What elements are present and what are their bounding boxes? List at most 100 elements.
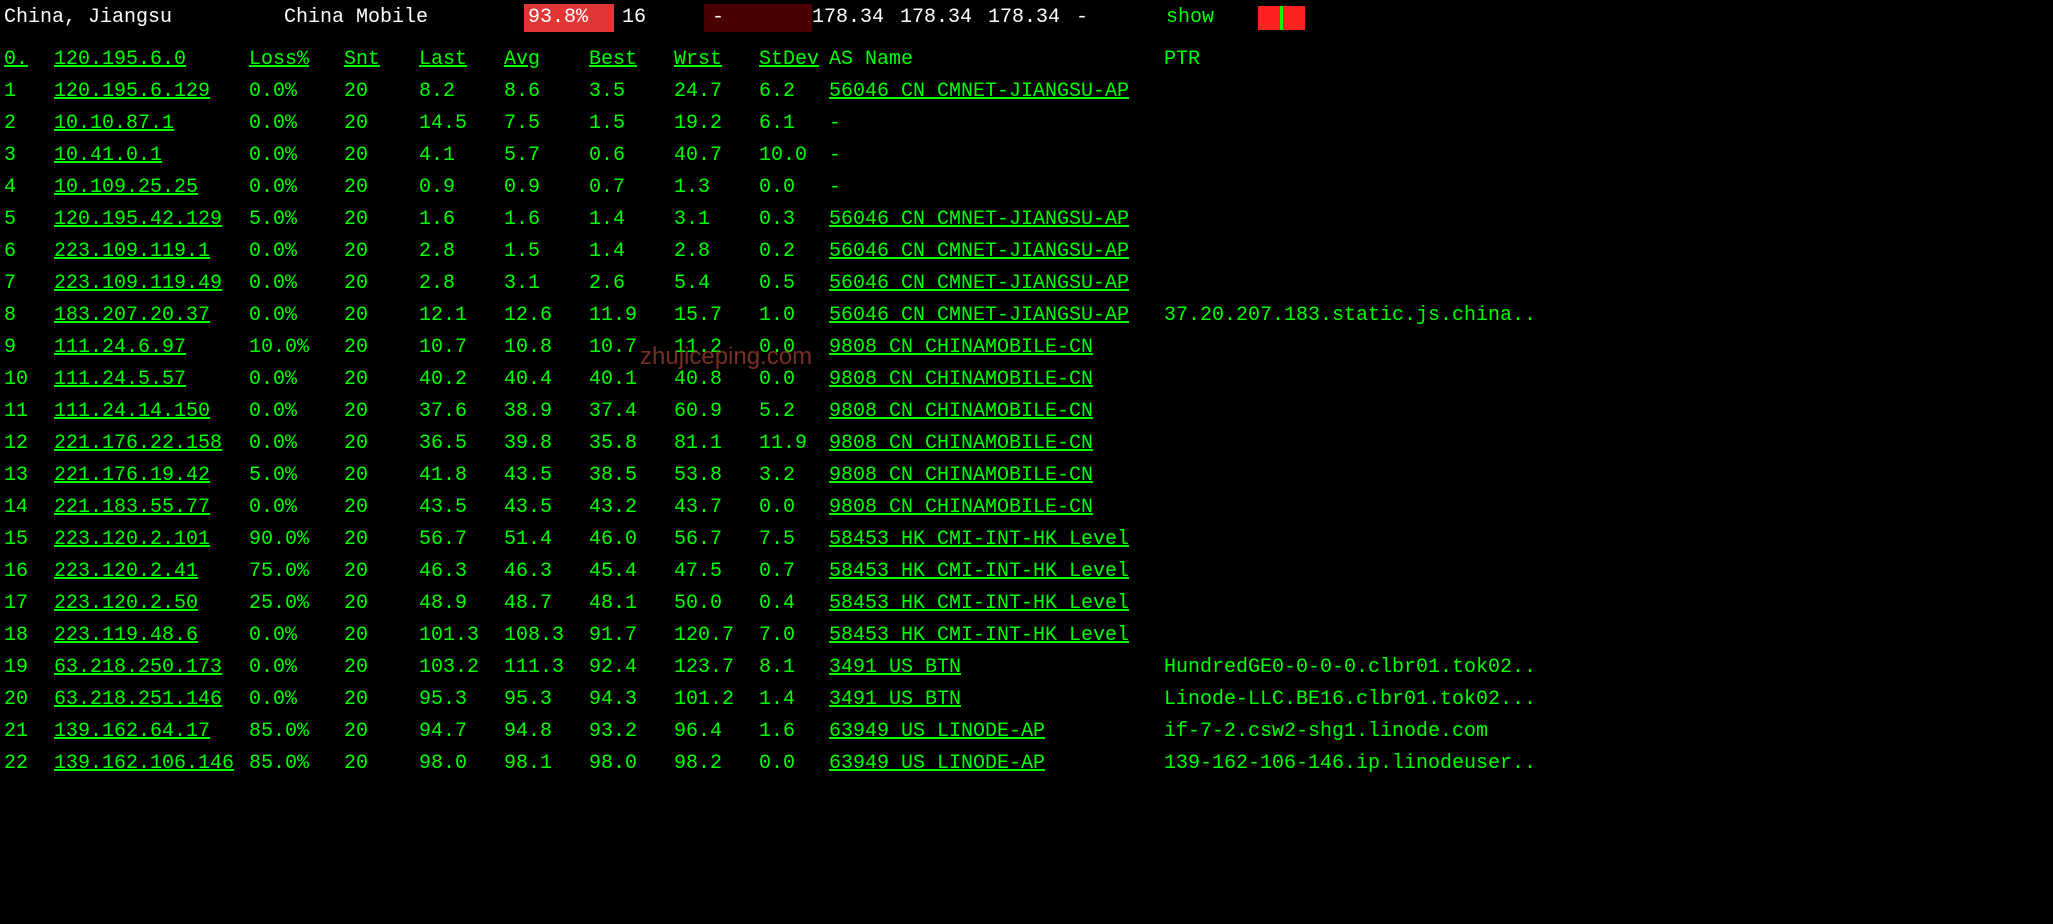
col-wrst: Wrst: [674, 46, 759, 78]
wrst-cell: 24.7: [674, 78, 759, 110]
ip-cell[interactable]: 10.41.0.1: [54, 142, 249, 174]
stdev-cell: 0.5: [759, 270, 829, 302]
snt-cell: 20: [344, 750, 419, 782]
ip-cell[interactable]: 223.119.48.6: [54, 622, 249, 654]
avg-cell: 39.8: [504, 430, 589, 462]
ip-cell[interactable]: 223.109.119.49: [54, 270, 249, 302]
ptr-cell: [1164, 174, 1540, 206]
stdev-cell: 0.0: [759, 494, 829, 526]
best-cell: 0.7: [589, 174, 674, 206]
asname-cell: -: [829, 110, 1164, 142]
ip-cell[interactable]: 223.120.2.41: [54, 558, 249, 590]
ip-cell[interactable]: 111.24.6.97: [54, 334, 249, 366]
table-row: 2063.218.251.1460.0%2095.395.394.3101.21…: [4, 686, 1540, 718]
table-row: 18223.119.48.60.0%20101.3108.391.7120.77…: [4, 622, 1540, 654]
ptr-cell: [1164, 462, 1540, 494]
hop-cell: 18: [4, 622, 54, 654]
asname-cell[interactable]: 9808 CN CHINAMOBILE-CN: [829, 462, 1164, 494]
best-cell: 35.8: [589, 430, 674, 462]
best-cell: 37.4: [589, 398, 674, 430]
ip-cell[interactable]: 111.24.5.57: [54, 366, 249, 398]
ip-cell[interactable]: 223.109.119.1: [54, 238, 249, 270]
snt-cell: 20: [344, 494, 419, 526]
asname-cell[interactable]: 56046 CN CMNET-JIANGSU-AP: [829, 78, 1164, 110]
wrst-cell: 50.0: [674, 590, 759, 622]
asname-cell[interactable]: 56046 CN CMNET-JIANGSU-AP: [829, 270, 1164, 302]
ptr-cell: [1164, 590, 1540, 622]
col-ip: 120.195.6.0: [54, 46, 249, 78]
ptr-cell: [1164, 142, 1540, 174]
hop-cell: 6: [4, 238, 54, 270]
avg-cell: 38.9: [504, 398, 589, 430]
ip-cell[interactable]: 221.183.55.77: [54, 494, 249, 526]
wrst-cell: 101.2: [674, 686, 759, 718]
stdev-cell: 6.2: [759, 78, 829, 110]
avg-cell: 48.7: [504, 590, 589, 622]
ptr-cell: [1164, 206, 1540, 238]
last-cell: 10.7: [419, 334, 504, 366]
snt-cell: 20: [344, 238, 419, 270]
ip-cell[interactable]: 223.120.2.50: [54, 590, 249, 622]
snt-cell: 20: [344, 142, 419, 174]
ip-cell[interactable]: 139.162.64.17: [54, 718, 249, 750]
ip-cell[interactable]: 221.176.22.158: [54, 430, 249, 462]
ip-cell[interactable]: 139.162.106.146: [54, 750, 249, 782]
summary-header: China, Jiangsu China Mobile 93.8% 16 - 1…: [4, 4, 2049, 32]
ptr-cell: [1164, 238, 1540, 270]
last-cell: 95.3: [419, 686, 504, 718]
status-bar-red: [1258, 6, 1280, 30]
ip-cell[interactable]: 120.195.42.129: [54, 206, 249, 238]
ip-cell[interactable]: 63.218.251.146: [54, 686, 249, 718]
loss-cell: 0.0%: [249, 430, 344, 462]
asname-cell[interactable]: 63949 US LINODE-AP: [829, 718, 1164, 750]
stdev-cell: 1.6: [759, 718, 829, 750]
col-hop: 0.: [4, 46, 54, 78]
col-stdev: StDev: [759, 46, 829, 78]
ip-cell[interactable]: 223.120.2.101: [54, 526, 249, 558]
ip-cell[interactable]: 221.176.19.42: [54, 462, 249, 494]
show-link[interactable]: show: [1166, 4, 1258, 32]
ip-cell[interactable]: 120.195.6.129: [54, 78, 249, 110]
ptr-cell: [1164, 270, 1540, 302]
asname-cell[interactable]: 56046 CN CMNET-JIANGSU-AP: [829, 238, 1164, 270]
asname-cell[interactable]: 58453 HK CMI-INT-HK Level: [829, 558, 1164, 590]
asname-cell[interactable]: 56046 CN CMNET-JIANGSU-AP: [829, 206, 1164, 238]
avg-cell: 0.9: [504, 174, 589, 206]
asname-cell[interactable]: 58453 HK CMI-INT-HK Level: [829, 526, 1164, 558]
snt-cell: 20: [344, 686, 419, 718]
asname-cell[interactable]: 9808 CN CHINAMOBILE-CN: [829, 494, 1164, 526]
asname-cell[interactable]: 3491 US BTN: [829, 654, 1164, 686]
asname-cell[interactable]: 58453 HK CMI-INT-HK Level: [829, 590, 1164, 622]
table-row: 17223.120.2.5025.0%2048.948.748.150.00.4…: [4, 590, 1540, 622]
ip-cell[interactable]: 10.10.87.1: [54, 110, 249, 142]
stdev-cell: 0.3: [759, 206, 829, 238]
ip-cell[interactable]: 183.207.20.37: [54, 302, 249, 334]
snt-cell: 20: [344, 526, 419, 558]
hop-cell: 1: [4, 78, 54, 110]
stdev-cell: 1.4: [759, 686, 829, 718]
ip-cell[interactable]: 111.24.14.150: [54, 398, 249, 430]
ptr-cell: [1164, 558, 1540, 590]
asname-cell[interactable]: 9808 CN CHINAMOBILE-CN: [829, 366, 1164, 398]
loss-cell: 0.0%: [249, 302, 344, 334]
col-loss: Loss%: [249, 46, 344, 78]
col-snt: Snt: [344, 46, 419, 78]
hop-cell: 19: [4, 654, 54, 686]
ip-cell[interactable]: 63.218.250.173: [54, 654, 249, 686]
asname-cell[interactable]: 9808 CN CHINAMOBILE-CN: [829, 430, 1164, 462]
table-header-row: 0. 120.195.6.0 Loss% Snt Last Avg Best W…: [4, 46, 1540, 78]
asname-cell[interactable]: 56046 CN CMNET-JIANGSU-AP: [829, 302, 1164, 334]
asname-cell[interactable]: 3491 US BTN: [829, 686, 1164, 718]
table-row: 10111.24.5.570.0%2040.240.440.140.80.098…: [4, 366, 1540, 398]
asname-cell[interactable]: 9808 CN CHINAMOBILE-CN: [829, 398, 1164, 430]
snt-cell: 20: [344, 302, 419, 334]
asname-cell[interactable]: 9808 CN CHINAMOBILE-CN: [829, 334, 1164, 366]
best-cell: 92.4: [589, 654, 674, 686]
asname-cell[interactable]: 58453 HK CMI-INT-HK Level: [829, 622, 1164, 654]
ip-cell[interactable]: 10.109.25.25: [54, 174, 249, 206]
snt-cell: 20: [344, 430, 419, 462]
avg-cell: 108.3: [504, 622, 589, 654]
loss-cell: 75.0%: [249, 558, 344, 590]
last-cell: 14.5: [419, 110, 504, 142]
asname-cell[interactable]: 63949 US LINODE-AP: [829, 750, 1164, 782]
